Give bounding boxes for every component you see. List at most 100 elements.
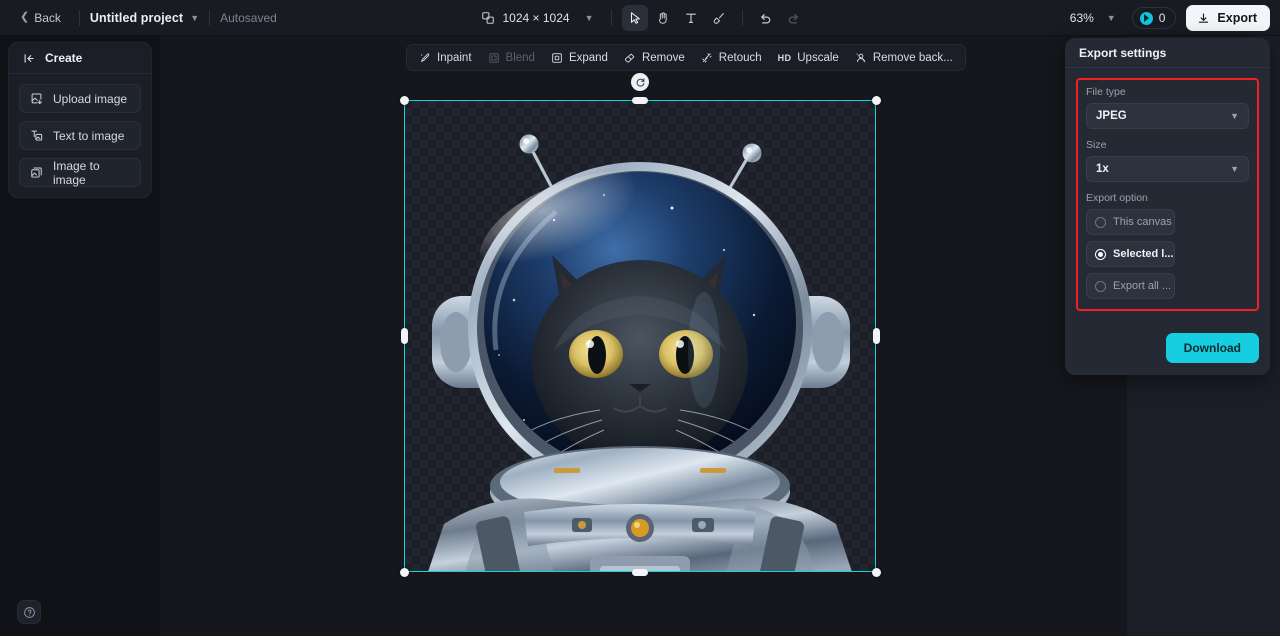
sidebar-item-text-to-image[interactable]: Text to image <box>19 121 141 150</box>
canvas-size-label: 1024 × 1024 <box>502 11 570 25</box>
zoom-level-label: 63% <box>1069 11 1094 25</box>
credits-badge[interactable]: 0 <box>1131 7 1177 29</box>
chevron-left-icon: ❮ <box>20 11 30 23</box>
edit-tool-upscale[interactable]: HD Upscale <box>771 48 846 68</box>
export-button-label: Export <box>1217 11 1257 25</box>
radio-icon <box>1095 280 1106 292</box>
resize-handle-right[interactable] <box>872 328 880 344</box>
sidebar-item-label: Image to image <box>53 158 100 187</box>
export-option-label-text: This canvas <box>1113 216 1172 228</box>
edit-tool-label: Remove back... <box>872 51 953 64</box>
image-to-image-icon <box>30 166 43 179</box>
export-settings-header: Export settings <box>1065 38 1270 68</box>
edit-tool-label: Blend <box>505 51 535 64</box>
project-name[interactable]: Untitled project <box>90 11 183 25</box>
chevron-down-icon[interactable]: ▼ <box>190 13 199 23</box>
edit-tool-label: Upscale <box>797 51 839 64</box>
redo-button[interactable] <box>781 5 807 31</box>
create-panel-header: Create <box>9 43 151 74</box>
resize-handle-left[interactable] <box>400 328 408 344</box>
chevron-down-icon: ▼ <box>1230 111 1239 121</box>
top-bar: ❮ Back Untitled project ▼ Autosaved 1024… <box>0 0 1280 36</box>
export-option-export-all[interactable]: Export all ... <box>1086 273 1175 299</box>
edit-toolbar: Inpaint Blend Expand Remove Retouch HD U… <box>406 44 966 71</box>
resize-handle-bottom[interactable] <box>632 568 648 576</box>
selection-frame[interactable] <box>399 73 881 577</box>
resize-handle-bottom-left[interactable] <box>399 567 409 577</box>
credit-coin-icon <box>1139 11 1153 25</box>
divider <box>78 9 80 26</box>
hand-tool[interactable] <box>650 5 676 31</box>
inpaint-icon <box>419 52 431 64</box>
help-circle-icon <box>23 606 36 619</box>
sidebar-item-image-to-image[interactable]: Image to image <box>19 158 141 187</box>
size-select[interactable]: 1x ▼ <box>1086 156 1249 182</box>
export-settings-panel: Export settings File type JPEG ▼ Size 1x… <box>1065 38 1270 375</box>
undo-button[interactable] <box>753 5 779 31</box>
blend-icon <box>488 52 500 64</box>
chevron-down-icon: ▼ <box>584 13 594 23</box>
canvas-resize-icon <box>481 11 495 25</box>
chevron-down-icon: ▼ <box>1106 13 1116 23</box>
export-option-label: Export option <box>1086 192 1148 204</box>
help-button[interactable] <box>17 600 41 624</box>
export-option-label-text: Export all ... <box>1113 280 1172 292</box>
download-button[interactable]: Download <box>1165 333 1259 363</box>
collapse-panel-icon[interactable] <box>23 52 36 65</box>
zoom-level-button[interactable]: 63% ▼ <box>1064 7 1122 29</box>
chevron-down-icon: ▼ <box>1230 164 1239 174</box>
sidebar-item-label: Text to image <box>53 128 125 143</box>
create-panel-list: Upload image Text to image Image to imag… <box>9 74 151 187</box>
radio-icon <box>1095 216 1106 228</box>
file-type-select[interactable]: JPEG ▼ <box>1086 103 1249 129</box>
edit-tool-remove[interactable]: Remove <box>617 48 692 68</box>
canvas-size-button[interactable]: 1024 × 1024 ▼ <box>474 7 601 29</box>
edit-tool-expand[interactable]: Expand <box>544 48 615 68</box>
brush-tool[interactable] <box>706 5 732 31</box>
edit-tool-label: Expand <box>568 51 608 64</box>
export-button[interactable]: Export <box>1186 5 1270 31</box>
create-panel-title: Create <box>45 51 83 65</box>
rotate-handle[interactable] <box>631 73 649 91</box>
size-label: Size <box>1086 139 1107 151</box>
export-option-selected-layer[interactable]: Selected l... <box>1086 241 1175 267</box>
edit-tool-inpaint[interactable]: Inpaint <box>412 48 479 68</box>
edit-tool-label: Inpaint <box>437 51 472 64</box>
export-settings-title: Export settings <box>1079 45 1167 60</box>
download-icon <box>1197 12 1210 25</box>
export-option-this-canvas[interactable]: This canvas <box>1086 209 1175 235</box>
app-root: ❮ Back Untitled project ▼ Autosaved 1024… <box>0 0 1280 636</box>
resize-handle-bottom-right[interactable] <box>871 567 881 577</box>
divider <box>209 9 211 26</box>
tool-group <box>621 5 732 31</box>
selection-border <box>404 100 876 572</box>
text-tool[interactable] <box>678 5 704 31</box>
upload-image-icon <box>30 92 43 105</box>
radio-icon <box>1095 248 1106 260</box>
retouch-icon <box>701 52 713 64</box>
export-settings-footer: Download <box>1065 323 1270 375</box>
hd-badge: HD <box>777 52 792 63</box>
edit-tool-label: Remove <box>641 51 685 64</box>
edit-tool-retouch[interactable]: Retouch <box>694 48 769 68</box>
history-group <box>753 5 807 31</box>
edit-tool-remove-background[interactable]: Remove back... <box>848 48 960 68</box>
resize-handle-top[interactable] <box>632 96 648 104</box>
expand-icon <box>551 52 563 64</box>
text-to-image-icon <box>30 129 43 142</box>
divider <box>610 10 612 26</box>
resize-handle-top-right[interactable] <box>871 95 881 105</box>
divider <box>741 10 743 26</box>
file-type-value: JPEG <box>1096 110 1127 122</box>
sidebar-item-upload-image[interactable]: Upload image <box>19 84 141 113</box>
back-button[interactable]: ❮ Back <box>12 7 69 29</box>
select-tool[interactable] <box>621 5 648 31</box>
resize-handle-top-left[interactable] <box>399 95 409 105</box>
export-settings-body: File type JPEG ▼ Size 1x ▼ Export option… <box>1065 68 1270 323</box>
edit-tool-label: Retouch <box>718 51 762 64</box>
top-bar-right: 63% ▼ 0 Export <box>1064 0 1270 36</box>
remove-background-icon <box>855 52 867 64</box>
edit-tool-blend[interactable]: Blend <box>481 48 542 68</box>
top-bar-left: ❮ Back Untitled project ▼ Autosaved <box>0 0 277 36</box>
export-option-label-text: Selected l... <box>1113 248 1174 260</box>
